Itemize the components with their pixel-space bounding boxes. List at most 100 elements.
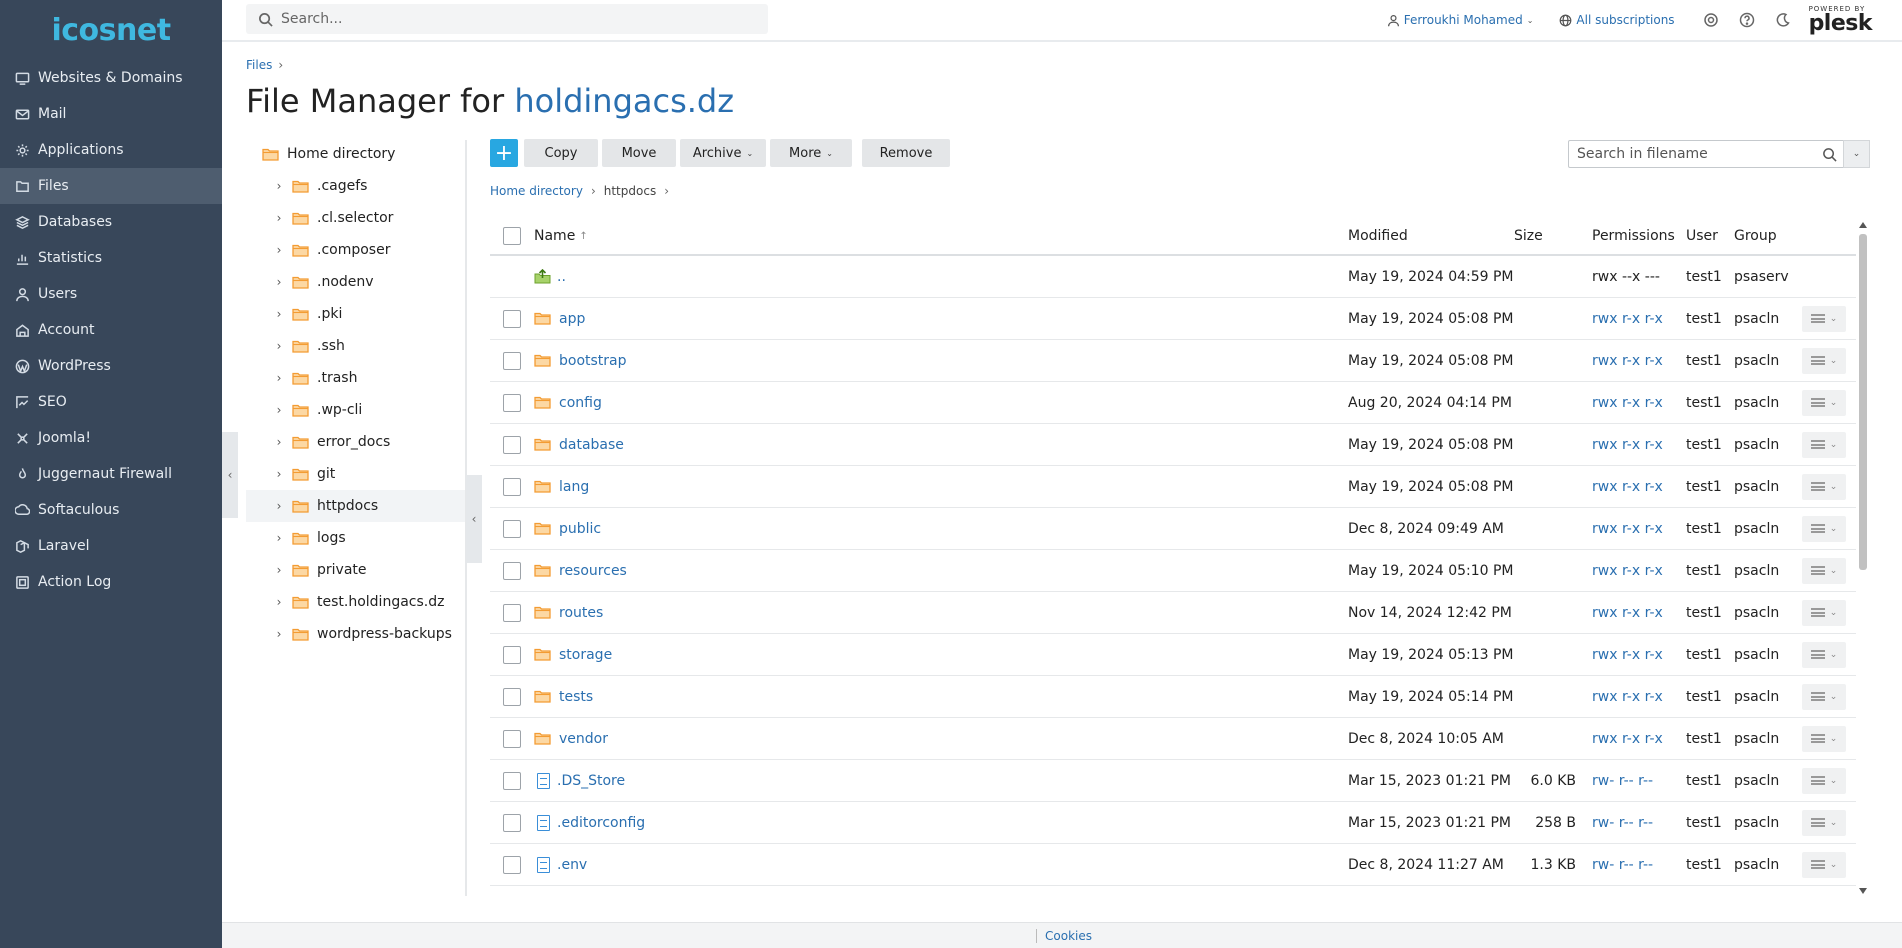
table-row[interactable]: vendor Dec 8, 2024 10:05 AM rwx r-x r-x tes… bbox=[490, 718, 1856, 760]
row-checkbox[interactable] bbox=[503, 645, 521, 664]
file-name-link[interactable]: config bbox=[559, 395, 602, 411]
permissions-link[interactable]: rwx r-x r-x bbox=[1592, 731, 1686, 747]
global-search[interactable] bbox=[246, 4, 768, 34]
chevron-right-icon[interactable]: › bbox=[272, 531, 286, 545]
domain-link[interactable]: holdingacs.dz bbox=[514, 82, 734, 120]
file-name-link[interactable]: public bbox=[559, 521, 601, 537]
permissions-link[interactable]: rw- r-- r-- bbox=[1592, 857, 1686, 873]
file-name-link[interactable]: routes bbox=[559, 605, 603, 621]
sidebar-item-account[interactable]: Account bbox=[0, 312, 222, 348]
permissions-link[interactable]: rw- r-- r-- bbox=[1592, 773, 1686, 789]
user-menu[interactable]: Ferroukhi Mohamed ⌄ bbox=[1387, 13, 1533, 27]
help-button[interactable] bbox=[1737, 10, 1757, 30]
file-name-link[interactable]: .env bbox=[557, 857, 587, 873]
tree-item[interactable]: › git bbox=[246, 458, 466, 490]
permissions-link[interactable]: rwx r-x r-x bbox=[1592, 521, 1686, 537]
sidebar-item-seo[interactable]: SEO bbox=[0, 384, 222, 420]
chevron-right-icon[interactable]: › bbox=[272, 243, 286, 257]
row-menu-button[interactable]: ⌄ bbox=[1802, 767, 1846, 794]
table-row[interactable]: .env Dec 8, 2024 11:27 AM 1.3 KB rw- r-- r-… bbox=[490, 844, 1856, 886]
chevron-right-icon[interactable]: › bbox=[272, 435, 286, 449]
tree-item[interactable]: › .composer bbox=[246, 234, 466, 266]
path-home-link[interactable]: Home directory bbox=[490, 184, 583, 198]
permissions-link[interactable]: rwx r-x r-x bbox=[1592, 311, 1686, 327]
filename-search-input[interactable] bbox=[1577, 146, 1807, 162]
row-menu-button[interactable]: ⌄ bbox=[1802, 389, 1846, 416]
cookies-link[interactable]: Cookies bbox=[1036, 929, 1092, 943]
chevron-right-icon[interactable]: › bbox=[272, 467, 286, 481]
permissions-link[interactable]: rwx r-x r-x bbox=[1592, 353, 1686, 369]
row-menu-button[interactable]: ⌄ bbox=[1802, 305, 1846, 332]
filename-search[interactable] bbox=[1568, 140, 1846, 168]
table-scrollbar[interactable] bbox=[1858, 222, 1868, 894]
row-checkbox[interactable] bbox=[503, 771, 521, 790]
sidebar-item-laravel[interactable]: Laravel bbox=[0, 528, 222, 564]
file-name-link[interactable]: lang bbox=[559, 479, 589, 495]
permissions-link[interactable]: rwx r-x r-x bbox=[1592, 395, 1686, 411]
row-checkbox[interactable] bbox=[503, 435, 521, 454]
sidebar-item-juggernaut-firewall[interactable]: Juggernaut Firewall bbox=[0, 456, 222, 492]
permissions-link[interactable]: rwx r-x r-x bbox=[1592, 647, 1686, 663]
more-button[interactable]: More ⌄ bbox=[770, 139, 852, 167]
tree-item[interactable]: › .nodenv bbox=[246, 266, 466, 298]
row-menu-button[interactable]: ⌄ bbox=[1802, 683, 1846, 710]
remove-button[interactable]: Remove bbox=[862, 139, 950, 167]
tree-item[interactable]: › error_docs bbox=[246, 426, 466, 458]
sidebar-item-websites-domains[interactable]: Websites & Domains bbox=[0, 60, 222, 96]
row-menu-button[interactable]: ⌄ bbox=[1802, 851, 1846, 878]
sidebar-item-users[interactable]: Users bbox=[0, 276, 222, 312]
tree-item[interactable]: › .ssh bbox=[246, 330, 466, 362]
archive-button[interactable]: Archive ⌄ bbox=[680, 139, 766, 167]
col-group[interactable]: Group bbox=[1734, 228, 1802, 244]
chevron-right-icon[interactable]: › bbox=[272, 627, 286, 641]
row-menu-button[interactable]: ⌄ bbox=[1802, 599, 1846, 626]
row-checkbox[interactable] bbox=[503, 477, 521, 496]
scroll-up-icon[interactable] bbox=[1859, 222, 1867, 228]
tree-item[interactable]: › .pki bbox=[246, 298, 466, 330]
file-name-link[interactable]: database bbox=[559, 437, 624, 453]
sidebar-collapse-button[interactable]: ‹ bbox=[222, 432, 238, 518]
permissions-link[interactable]: rwx r-x r-x bbox=[1592, 479, 1686, 495]
tree-item[interactable]: › private bbox=[246, 554, 466, 586]
row-checkbox[interactable] bbox=[503, 393, 521, 412]
sidebar-item-applications[interactable]: Applications bbox=[0, 132, 222, 168]
tree-collapse-button[interactable]: ‹ bbox=[466, 475, 482, 563]
file-name-link[interactable]: vendor bbox=[559, 731, 608, 747]
row-checkbox[interactable] bbox=[503, 687, 521, 706]
chevron-right-icon[interactable]: › bbox=[272, 595, 286, 609]
scroll-down-icon[interactable] bbox=[1859, 888, 1867, 894]
row-menu-button[interactable]: ⌄ bbox=[1802, 557, 1846, 584]
permissions-link[interactable]: rwx r-x r-x bbox=[1592, 437, 1686, 453]
select-all-checkbox[interactable] bbox=[503, 227, 521, 245]
chevron-right-icon[interactable]: › bbox=[272, 371, 286, 385]
chevron-right-icon[interactable]: › bbox=[272, 403, 286, 417]
table-row[interactable]: bootstrap May 19, 2024 05:08 PM rwx r-x r-… bbox=[490, 340, 1856, 382]
permissions-link[interactable]: rwx r-x r-x bbox=[1592, 689, 1686, 705]
row-menu-button[interactable]: ⌄ bbox=[1802, 347, 1846, 374]
tree-item[interactable]: › logs bbox=[246, 522, 466, 554]
brand-logo[interactable]: icosnet bbox=[0, 0, 222, 60]
table-row[interactable]: public Dec 8, 2024 09:49 AM rwx r-x r-x tes… bbox=[490, 508, 1856, 550]
chevron-right-icon[interactable]: › bbox=[272, 499, 286, 513]
sidebar-item-joomla[interactable]: Joomla! bbox=[0, 420, 222, 456]
table-row[interactable]: routes Nov 14, 2024 12:42 PM rwx r-x r-x te… bbox=[490, 592, 1856, 634]
global-search-input[interactable] bbox=[281, 11, 741, 27]
move-button[interactable]: Move bbox=[602, 139, 676, 167]
tree-item[interactable]: › .wp-cli bbox=[246, 394, 466, 426]
add-button[interactable]: + bbox=[490, 139, 518, 167]
extensions-button[interactable] bbox=[1701, 10, 1721, 30]
sidebar-item-files[interactable]: Files bbox=[0, 168, 222, 204]
tree-item[interactable]: › httpdocs bbox=[246, 490, 466, 522]
col-size[interactable]: Size bbox=[1514, 228, 1592, 244]
theme-toggle[interactable] bbox=[1773, 10, 1793, 30]
row-checkbox[interactable] bbox=[503, 729, 521, 748]
subscriptions-menu[interactable]: All subscriptions bbox=[1559, 13, 1675, 27]
row-checkbox[interactable] bbox=[503, 351, 521, 370]
table-row[interactable]: app May 19, 2024 05:08 PM rwx r-x r-x test1… bbox=[490, 298, 1856, 340]
file-name-link[interactable]: tests bbox=[559, 689, 593, 705]
file-name-link[interactable]: .editorconfig bbox=[557, 815, 645, 831]
chevron-right-icon[interactable]: › bbox=[272, 211, 286, 225]
breadcrumb-files[interactable]: Files bbox=[246, 58, 272, 72]
file-name-link[interactable]: app bbox=[559, 311, 585, 327]
row-checkbox[interactable] bbox=[503, 561, 521, 580]
